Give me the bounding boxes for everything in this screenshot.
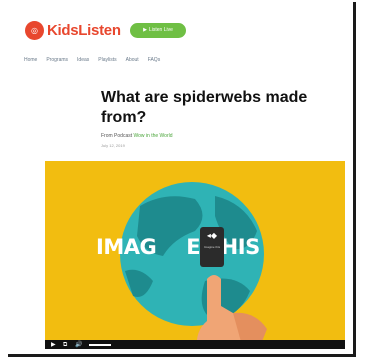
podcast-link[interactable]: Wow in the World	[134, 133, 173, 139]
video-headline: IMAG E THIS	[96, 234, 260, 260]
nav-item-programs[interactable]: Programs	[46, 57, 68, 63]
nav-item-ideas[interactable]: Ideas	[77, 57, 89, 63]
phone-screen-text: Imagine this	[203, 245, 221, 249]
play-button[interactable]: ▶	[51, 340, 56, 349]
play-icon: ▶	[143, 27, 147, 33]
site-header: ◎ KidsListen ▶ Listen Live	[8, 2, 353, 46]
volume-button[interactable]: 🔊	[75, 340, 82, 349]
article-byline: From Podcast Wow in the World	[101, 133, 173, 139]
volume-slider[interactable]	[89, 344, 111, 346]
nav-item-home[interactable]: Home	[24, 57, 37, 63]
nav-item-about[interactable]: About	[126, 57, 139, 63]
byline-prefix: From Podcast	[101, 133, 133, 139]
logo-glyph: ◎	[31, 26, 38, 35]
captions-button[interactable]: ⧉	[63, 340, 67, 349]
nav-item-faqs[interactable]: FAQs	[148, 57, 161, 63]
logo-icon[interactable]: ◎	[25, 21, 44, 40]
listen-live-button[interactable]: ▶ Listen Live	[130, 23, 186, 38]
article-title: What are spiderwebs made from?	[101, 89, 308, 126]
listen-live-label: Listen Live	[148, 27, 173, 33]
sound-wave-icon: ◂◆	[206, 231, 218, 240]
headline-left: IMAG	[96, 235, 157, 259]
video-controls: ▶ ⧉ 🔊	[45, 340, 345, 349]
phone-illustration: ◂◆ Imagine this	[200, 227, 224, 267]
article-date: July 12, 2019	[101, 143, 125, 148]
nav-item-playlists[interactable]: Playlists	[98, 57, 116, 63]
site-logo-text[interactable]: KidsListen	[47, 21, 121, 40]
main-nav: Home Programs Ideas Playlists About FAQs	[24, 57, 160, 63]
